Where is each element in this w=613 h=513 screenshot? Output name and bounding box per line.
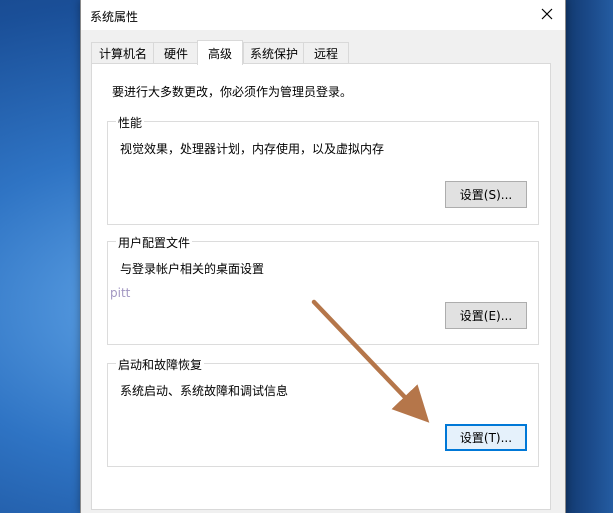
tab-system-protection[interactable]: 系统保护 bbox=[243, 42, 305, 63]
startup-recovery-description: 系统启动、系统故障和调试信息 bbox=[120, 384, 289, 398]
startup-recovery-title: 启动和故障恢复 bbox=[116, 356, 205, 373]
user-profiles-title: 用户配置文件 bbox=[116, 234, 193, 251]
dialog-content: 计算机名 硬件 高级 系统保护 远程 要进行大多数更改，你必须作为管理员登录。 … bbox=[81, 30, 565, 513]
startup-recovery-settings-button[interactable]: 设置(T)... bbox=[445, 424, 527, 451]
watermark-text: pitt bbox=[110, 286, 131, 300]
tab-label: 远程 bbox=[313, 46, 338, 61]
startup-recovery-group: 启动和故障恢复 系统启动、系统故障和调试信息 设置(T)... bbox=[107, 356, 539, 467]
window-title: 系统属性 bbox=[90, 10, 139, 24]
performance-settings-button[interactable]: 设置(S)... bbox=[445, 181, 527, 208]
tab-label: 系统保护 bbox=[249, 46, 298, 61]
system-properties-dialog: 系统属性 计算机名 硬件 高级 系统保护 远程 要进行大多数更改，你必须作为管理… bbox=[80, 0, 566, 513]
tab-label: 高级 bbox=[207, 46, 232, 61]
title-bar[interactable]: 系统属性 bbox=[81, 0, 565, 30]
user-profiles-group: 用户配置文件 与登录帐户相关的桌面设置 设置(E)... bbox=[107, 234, 539, 345]
tab-advanced[interactable]: 高级 bbox=[197, 40, 243, 65]
tab-hardware[interactable]: 硬件 bbox=[153, 42, 199, 63]
admin-notice: 要进行大多数更改，你必须作为管理员登录。 bbox=[112, 85, 353, 99]
tab-label: 计算机名 bbox=[98, 46, 147, 61]
performance-title: 性能 bbox=[116, 114, 145, 131]
performance-group: 性能 视觉效果，处理器计划，内存使用，以及虚拟内存 设置(S)... bbox=[107, 114, 539, 225]
close-icon bbox=[541, 8, 553, 20]
user-profiles-settings-button[interactable]: 设置(E)... bbox=[445, 302, 527, 329]
advanced-tab-panel: 要进行大多数更改，你必须作为管理员登录。 性能 视觉效果，处理器计划，内存使用，… bbox=[91, 63, 551, 510]
tab-remote[interactable]: 远程 bbox=[303, 42, 349, 63]
user-profiles-description: 与登录帐户相关的桌面设置 bbox=[120, 262, 265, 276]
performance-description: 视觉效果，处理器计划，内存使用，以及虚拟内存 bbox=[120, 142, 385, 156]
tab-label: 硬件 bbox=[163, 46, 188, 61]
close-button[interactable] bbox=[537, 4, 557, 24]
tab-computer-name[interactable]: 计算机名 bbox=[91, 42, 155, 63]
